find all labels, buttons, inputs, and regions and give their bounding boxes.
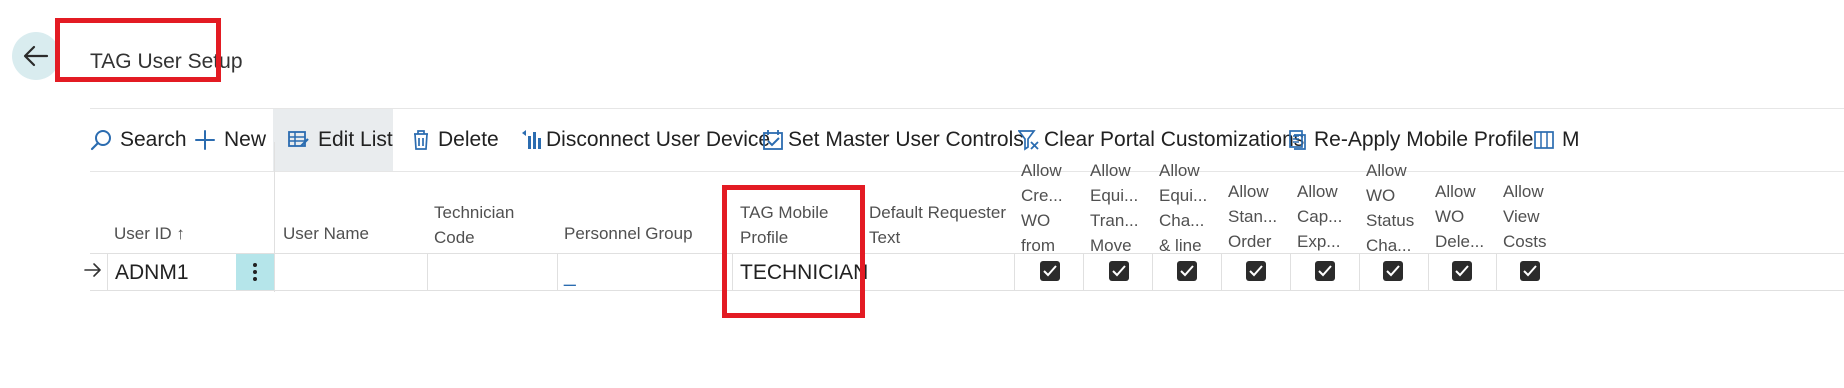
cell-default-requester[interactable] [869,261,1009,285]
col-divider [1221,253,1222,291]
clear-portal-label: Clear Portal Customizations [1044,128,1305,151]
header-bottom-line [90,253,1844,254]
col-header-user-name[interactable]: User Name [283,221,369,246]
calendar-check-icon [762,129,784,151]
checkbox-allow-view-costs[interactable] [1520,261,1540,281]
more-label: M [1562,128,1580,151]
row-bottom-line [90,290,1844,291]
more-button[interactable]: M [1534,109,1580,171]
row-selected-arrow-icon [84,262,102,283]
checkbox-allow-capital-expense[interactable] [1315,261,1335,281]
check-icon [1112,265,1126,277]
col-header-allow-create-wo[interactable]: Allow Cre... WO from [1021,158,1063,258]
action-bar: Search New Edit List Delete Disconnect U… [90,108,1844,172]
columns-icon [1534,131,1554,149]
trash-icon [412,129,430,151]
col-divider [274,142,275,292]
col-divider [1014,253,1015,291]
col-divider [1152,253,1153,291]
col-header-technician-code[interactable]: Technician Code [434,200,514,250]
search-icon [90,129,112,151]
col-header-default-req-line1: Default Requester [869,203,1007,222]
cell-user-name[interactable] [283,261,423,285]
checkbox-allow-wo-delete[interactable] [1452,261,1472,281]
check-icon [1180,265,1194,277]
reapply-label: Re-Apply Mobile Profile [1314,128,1534,151]
row-actions-button[interactable] [236,254,274,290]
check-icon [1386,265,1400,277]
plus-icon [194,129,216,151]
delete-button[interactable]: Delete [412,109,499,171]
col-header-allow-equip-transfer[interactable]: Allow Equi... Tran... Move [1090,158,1139,258]
col-header-technician-line1: Technician [434,203,515,222]
check-icon [1043,265,1057,277]
disconnect-icon [520,129,542,151]
col-divider [1496,253,1497,291]
set-master-controls-button[interactable]: Set Master User Controls [762,109,1024,171]
new-label: New [224,128,267,151]
search-button[interactable]: Search [90,109,187,171]
col-header-default-requester[interactable]: Default Requester Text [869,200,1006,250]
edit-list-button[interactable]: Edit List [273,109,393,171]
col-header-technician-line2: Code [434,228,475,247]
more-vertical-icon [253,263,257,281]
col-divider [557,253,558,291]
check-icon [1455,265,1469,277]
back-button[interactable] [12,32,60,80]
edit-list-label: Edit List [318,128,393,151]
col-header-allow-capital-expense[interactable]: Allow Cap... Exp... [1297,179,1342,254]
check-icon [1318,265,1332,277]
checkbox-allow-equip-transfer[interactable] [1109,261,1129,281]
col-divider [1083,253,1084,291]
document-list-icon [1288,129,1308,151]
disconnect-device-button[interactable]: Disconnect User Device [520,109,770,171]
checkbox-allow-wo-status-change[interactable] [1383,261,1403,281]
cell-user-id[interactable]: ADNM1 [115,261,189,285]
clear-filter-icon [1018,129,1040,151]
title-highlight-box [55,18,221,82]
col-divider [107,253,108,291]
col-divider [427,253,428,291]
col-header-user-id[interactable]: User ID ↑ [114,221,185,246]
col-divider [1428,253,1429,291]
col-header-allow-wo-status-change[interactable]: Allow WO Status Cha... [1366,158,1414,258]
col-divider [1290,253,1291,291]
cell-personnel-group[interactable]: _ [564,264,576,288]
checkbox-allow-standard-order[interactable] [1246,261,1266,281]
col-header-default-req-line2: Text [869,228,901,247]
search-label: Search [120,128,187,151]
check-icon [1249,265,1263,277]
col-header-allow-view-costs[interactable]: Allow View Costs [1503,179,1546,254]
new-button[interactable]: New [194,109,266,171]
col-header-personnel-group[interactable]: Personnel Group [564,221,693,246]
disconnect-label: Disconnect User Device [546,128,771,151]
checkbox-allow-equip-change[interactable] [1177,261,1197,281]
delete-label: Delete [438,128,499,151]
checkbox-allow-create-wo[interactable] [1040,261,1060,281]
cell-technician-code[interactable] [434,261,554,285]
tag-mobile-profile-highlight-box [722,185,865,318]
col-divider [1359,253,1360,291]
col-header-allow-standard-order[interactable]: Allow Stan... Order [1228,179,1277,254]
edit-list-icon [288,130,310,150]
set-master-label: Set Master User Controls [788,128,1024,151]
check-icon [1523,265,1537,277]
arrow-left-icon [23,45,49,67]
col-header-allow-wo-delete[interactable]: Allow WO Dele... [1435,179,1484,254]
col-header-allow-equip-change[interactable]: Allow Equi... Cha... & line [1159,158,1207,258]
